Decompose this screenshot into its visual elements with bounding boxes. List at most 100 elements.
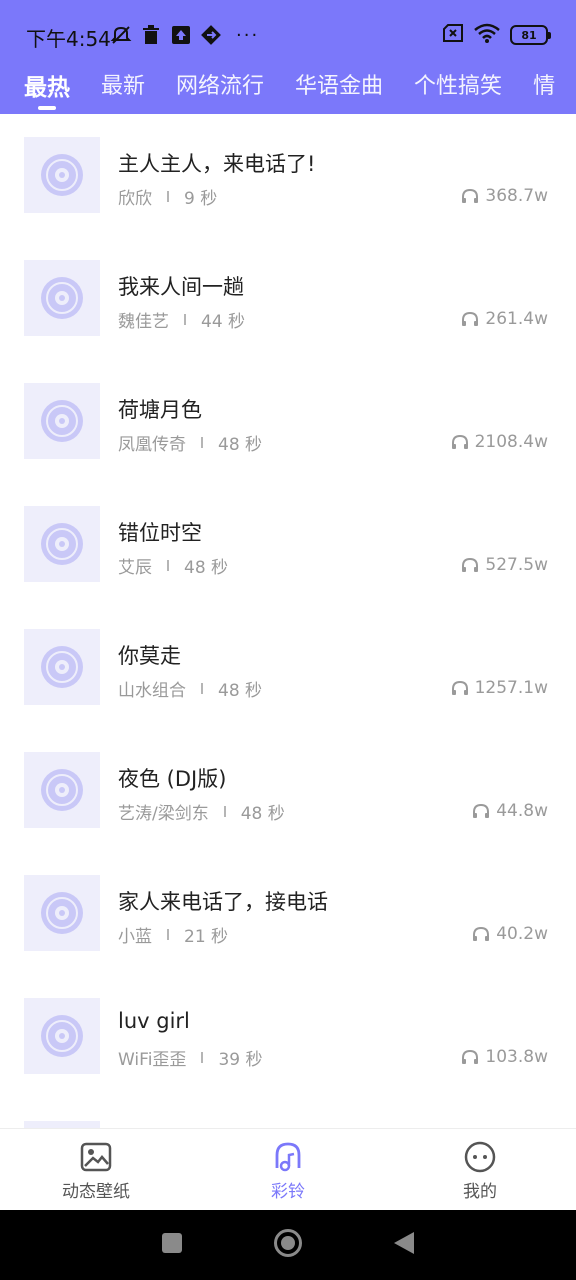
meta-divider (201, 683, 203, 694)
disc-icon (41, 892, 83, 934)
song-title: 荷塘月色 (118, 398, 202, 422)
song-artist: 小蓝 (118, 927, 152, 947)
nav-wallpaper[interactable]: 动态壁纸 (0, 1129, 192, 1210)
album-cover (24, 752, 100, 828)
headphones-icon (451, 434, 468, 449)
upload-icon (170, 24, 192, 46)
album-cover (24, 1121, 100, 1128)
tab-label: 情 (533, 74, 556, 99)
song-meta: WiFi歪歪 39 秒 (118, 1045, 262, 1070)
play-count: 2108.4w (451, 432, 548, 452)
tab-label: 最热 (24, 75, 70, 101)
ringtone-item[interactable]: 主人主人，来电话了! 欣欣 9 秒 368.7w (0, 114, 576, 237)
tab-label: 华语金曲 (295, 74, 384, 99)
system-nav-bar (0, 1210, 576, 1280)
tab-label: 最新 (101, 74, 146, 99)
active-tab-indicator (38, 106, 56, 110)
play-count-value: 103.8w (485, 1047, 548, 1067)
song-title: 你莫走 (118, 644, 181, 668)
tab-3[interactable]: 华语金曲 (295, 64, 383, 114)
song-duration: 48 秒 (184, 558, 229, 578)
play-count: 103.8w (461, 1047, 548, 1067)
bottom-nav: 动态壁纸 彩铃 我的 (0, 1128, 576, 1210)
ringtone-item[interactable]: 家人来电话了，接电话 小蓝 21 秒 40.2w (0, 852, 576, 975)
disc-icon (41, 400, 83, 442)
play-count-value: 2108.4w (474, 432, 548, 452)
face-icon (464, 1141, 496, 1173)
meta-divider (167, 191, 169, 202)
nav-label-mine: 我的 (463, 1182, 497, 1202)
disc-icon (41, 1015, 83, 1057)
back-icon[interactable] (393, 1231, 415, 1259)
song-title: 主人主人，来电话了! (118, 152, 316, 176)
meta-divider (201, 1052, 204, 1063)
play-count-value: 261.4w (485, 309, 548, 329)
song-title: 错位时空 (118, 521, 202, 545)
album-cover (24, 137, 100, 213)
tab-2[interactable]: 网络流行 (176, 64, 264, 114)
play-count: 368.7w (461, 186, 548, 206)
nav-mine[interactable]: 我的 (384, 1129, 576, 1210)
battery-icon: 81 (510, 25, 551, 45)
song-meta: 山水组合 48 秒 (118, 676, 262, 701)
headphones-icon (451, 680, 468, 695)
song-title: 家人来电话了，接电话 (118, 890, 328, 914)
ringtone-item[interactable]: 我来人间一趟 魏佳艺 44 秒 261.4w (0, 237, 576, 360)
album-cover (24, 629, 100, 705)
meta-divider (223, 806, 226, 817)
headphones-icon (473, 803, 490, 818)
home-icon[interactable] (273, 1228, 303, 1262)
tab-label: 个性搞笑 (414, 74, 503, 99)
tab-4[interactable]: 个性搞笑 (414, 64, 502, 114)
headphones-icon (462, 1049, 479, 1064)
notification-icons: ··· (110, 22, 259, 48)
song-title: 夜色 (DJ版) (118, 767, 227, 791)
ringtone-item[interactable]: 错位时空艾辰 48 秒 527.5w (0, 483, 576, 606)
transfer-icon (200, 24, 222, 46)
album-cover (24, 383, 100, 459)
song-duration: 48 秒 (240, 804, 285, 824)
disc-icon (41, 154, 83, 196)
recents-icon[interactable] (161, 1232, 183, 1258)
play-count: 40.2w (472, 924, 548, 944)
song-meta: 欣欣 9 秒 (118, 184, 217, 209)
meta-divider (167, 560, 169, 571)
meta-divider (167, 929, 169, 940)
ringtone-item-partial[interactable] (0, 1098, 576, 1128)
tab-5[interactable]: 情 (533, 64, 555, 114)
ringtone-list[interactable]: 主人主人，来电话了! 欣欣 9 秒 368.7w 我来人间一趟 魏佳艺 44 秒 261.4w… (0, 114, 576, 1128)
play-count-value: 44.8w (496, 801, 548, 821)
play-count-value: 527.5w (485, 555, 548, 575)
ringtone-item[interactable]: 夜色 (DJ版) 艺涛/梁剑东 48 秒 44.8w (0, 729, 576, 852)
disc-icon (41, 277, 83, 319)
song-title: 我来人间一趟 (118, 275, 244, 299)
image-icon (80, 1142, 112, 1172)
song-artist: 欣欣 (118, 189, 152, 209)
meta-divider (184, 314, 186, 325)
headphones-icon (462, 188, 479, 203)
song-meta: 魏佳艺 44 秒 (118, 307, 245, 332)
song-meta: 艺涛/梁剑东 48 秒 (118, 799, 285, 824)
song-duration: 48 秒 (218, 681, 263, 701)
disc-icon (41, 769, 83, 811)
song-duration: 9 秒 (184, 189, 218, 209)
more-notifications: ··· (236, 24, 260, 46)
album-cover (24, 506, 100, 582)
ringtone-item[interactable]: 荷塘月色 凤凰传奇 48 秒 2108.4w (0, 360, 576, 483)
tab-1[interactable]: 最新 (101, 64, 145, 114)
song-meta: 艾辰 48 秒 (118, 553, 228, 578)
ringtone-bell-icon (275, 1142, 301, 1172)
tab-0[interactable]: 最热 (24, 64, 70, 114)
ringtone-item[interactable]: 你莫走 山水组合 48 秒 1257.1w (0, 606, 576, 729)
song-title: luv girl (118, 1009, 190, 1033)
album-cover (24, 875, 100, 951)
meta-divider (201, 437, 203, 448)
album-cover (24, 998, 100, 1074)
play-count-value: 40.2w (496, 924, 548, 944)
song-artist: 艾辰 (118, 558, 152, 578)
sim-off-icon (442, 24, 464, 46)
nav-ringtone[interactable]: 彩铃 (192, 1129, 384, 1210)
song-meta: 小蓝 21 秒 (118, 922, 228, 947)
tab-label: 网络流行 (176, 74, 265, 99)
ringtone-item[interactable]: luv girl WiFi歪歪 39 秒 103.8w (0, 975, 576, 1098)
